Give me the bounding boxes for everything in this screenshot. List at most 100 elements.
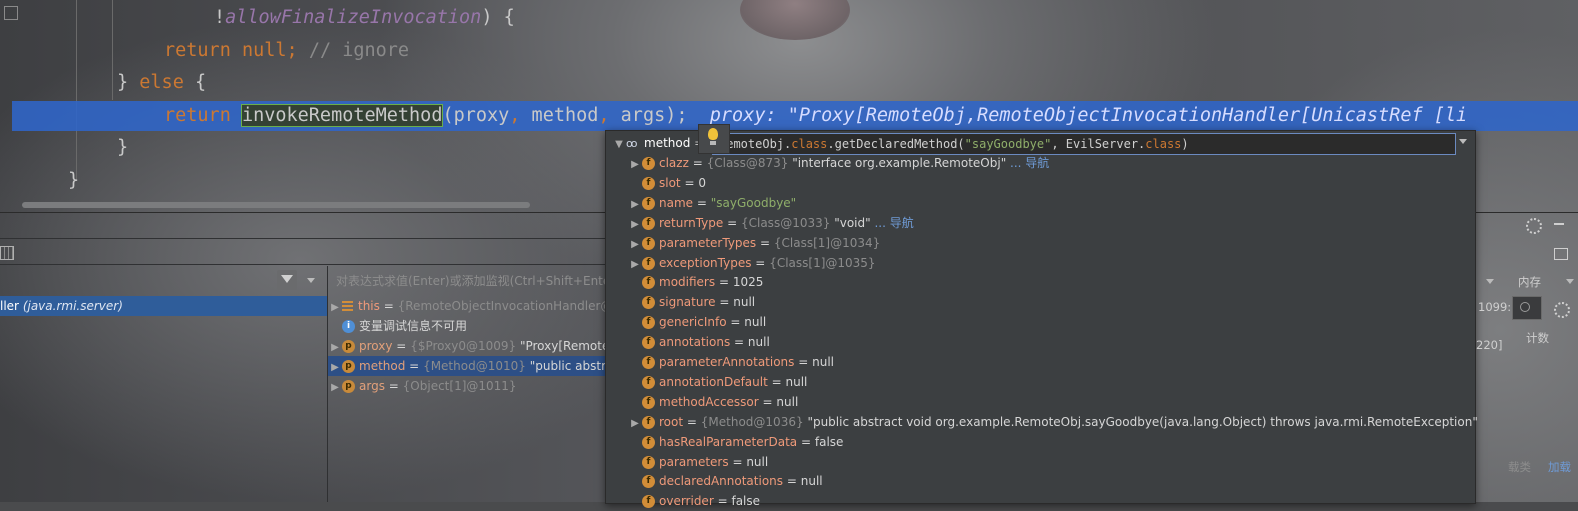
field-row[interactable]: f overrider = false xyxy=(628,491,760,511)
stack-frame-selected[interactable]: ller (java.rmi.server) xyxy=(0,296,327,316)
code-keyword: else xyxy=(139,72,184,93)
expand-arrow-icon[interactable]: ▶ xyxy=(328,358,342,376)
equals-sign: = xyxy=(762,394,773,409)
field-name: declaredAnnotations xyxy=(659,474,784,489)
watch-expression-input[interactable]: 对表达式求值(Enter)或添加监视(Ctrl+Shift+Enter) xyxy=(328,270,614,292)
navigate-link[interactable]: ... 导航 xyxy=(1010,156,1049,170)
field-icon: f xyxy=(642,455,655,469)
equals-sign: = xyxy=(801,434,812,449)
tab-memory[interactable]: 内存 xyxy=(1518,274,1541,290)
table-view-icon[interactable] xyxy=(0,246,14,260)
code-line-1[interactable]: !allowFinalizeInvocation) { xyxy=(214,3,515,33)
load-link[interactable]: 加载 xyxy=(1548,459,1571,475)
equals-sign: = xyxy=(760,235,771,250)
field-row[interactable]: f parameterAnnotations = null xyxy=(628,352,834,372)
settings-gear-icon[interactable] xyxy=(1554,302,1570,318)
navigate-link[interactable]: ... 导航 xyxy=(874,216,913,230)
field-row[interactable]: f hasRealParameterData = false xyxy=(628,432,843,452)
inline-debug-value-hint[interactable]: proxy: "Proxy[RemoteObj,RemoteObjectInvo… xyxy=(710,105,1467,126)
horizontal-scrollbar[interactable] xyxy=(22,202,530,208)
field-name: returnType xyxy=(659,215,724,230)
expand-arrow-icon[interactable]: ▶ xyxy=(328,338,342,356)
field-value: null xyxy=(746,454,769,469)
field-name: annotationDefault xyxy=(659,374,768,389)
field-name: clazz xyxy=(659,156,689,170)
code-line-5[interactable]: } xyxy=(117,133,128,163)
method-call-highlight[interactable]: invokeRemoteMethod xyxy=(240,104,444,127)
code-identifier: allowFinalizeInvocation xyxy=(225,7,482,28)
field-icon: f xyxy=(642,395,655,409)
field-row[interactable]: ▶ f returnType = {Class@1033} "void" ... 导… xyxy=(628,213,914,233)
field-icon: f xyxy=(642,256,655,270)
field-name: root xyxy=(659,414,684,429)
field-row[interactable]: ▶ f root = {Method@1036} "public abstract … xyxy=(628,412,1478,432)
field-row[interactable]: f annotationDefault = null xyxy=(628,372,807,392)
lightbulb-icon[interactable] xyxy=(698,124,730,154)
expand-arrow-icon[interactable]: ▶ xyxy=(328,378,342,396)
field-row[interactable]: f genericInfo = null xyxy=(628,312,766,332)
expand-arrow-icon[interactable]: ▶ xyxy=(328,298,342,316)
equals-sign: = xyxy=(734,335,745,350)
field-value: null xyxy=(785,374,808,389)
variables-panel: 对表达式求值(Enter)或添加监视(Ctrl+Shift+Enter) ▶ th… xyxy=(327,266,614,502)
code-comma: , xyxy=(509,105,521,126)
code-line-3[interactable]: } else { xyxy=(117,68,206,98)
fold-marker-icon[interactable] xyxy=(4,6,18,20)
expression-field[interactable]: RemoteObj.class.getDeclaredMethod("sayGo… xyxy=(712,133,1456,155)
field-row[interactable]: f declaredAnnotations = null xyxy=(628,471,823,491)
variable-row-args[interactable]: ▶ p args = {Object[1]@1011} xyxy=(328,376,606,396)
count-column-header[interactable]: 计数 xyxy=(1526,330,1549,346)
watch-glasses-icon: oo xyxy=(626,137,637,150)
field-value: "void" xyxy=(834,215,871,230)
root-variable-name: method xyxy=(644,136,691,150)
variable-row-this[interactable]: ▶ this = {RemoteObjectInvocationHandler@ xyxy=(328,296,606,316)
equals-sign: = xyxy=(696,195,707,210)
minimize-icon[interactable] xyxy=(1554,223,1564,225)
collapse-arrow-icon[interactable]: ▼ xyxy=(612,135,626,155)
variable-row-proxy[interactable]: ▶pproxy = {$Proxy0@1009} "Proxy[RemoteO xyxy=(328,336,606,356)
field-row[interactable]: f annotations = null xyxy=(628,332,770,352)
code-line-6[interactable]: } xyxy=(68,166,79,196)
field-icon: f xyxy=(642,236,655,250)
field-row[interactable]: ▶ f clazz = {Class@873} "interface org.exa… xyxy=(628,153,1049,173)
equals-sign: = xyxy=(732,454,743,469)
field-name: methodAccessor xyxy=(659,394,759,409)
code-keyword: return xyxy=(164,105,231,126)
field-row[interactable]: ▶ f parameterTypes = {Class[1]@1034} xyxy=(628,233,880,253)
variable-inspector-popup[interactable]: ▼oo method = RemoteObj.class.getDeclaredM… xyxy=(605,124,1478,509)
memory-value: 1099: xyxy=(1478,300,1512,314)
filter-icon[interactable] xyxy=(277,270,297,290)
field-icon: f xyxy=(642,176,655,190)
layout-icon[interactable] xyxy=(1554,248,1568,260)
field-value: false xyxy=(731,494,761,509)
popup-root-row[interactable]: ▼oomethod = xyxy=(612,133,704,153)
field-row[interactable]: f parameters = null xyxy=(628,452,768,472)
field-row[interactable]: f modifiers = 1025 xyxy=(628,272,763,292)
field-icon: f xyxy=(642,475,655,489)
equals-sign: = xyxy=(686,414,697,429)
field-row[interactable]: ▶ f exceptionTypes = {Class[1]@1035} xyxy=(628,253,876,273)
settings-gear-icon[interactable] xyxy=(1526,218,1542,234)
field-name: parameterAnnotations xyxy=(659,355,795,369)
field-row[interactable]: f slot = 0 xyxy=(628,173,706,193)
field-row[interactable]: f signature = null xyxy=(628,292,755,312)
field-row[interactable]: f methodAccessor = null xyxy=(628,392,798,412)
code-comma: , xyxy=(598,105,610,126)
field-row[interactable]: ▶ f name = "sayGoodbye" xyxy=(628,193,796,213)
search-icon[interactable] xyxy=(1512,296,1542,320)
variable-row-method[interactable]: ▶ p method = {Method@1010} "public abstra xyxy=(328,356,606,376)
code-text: (proxy xyxy=(442,105,510,126)
equals-sign: = xyxy=(409,359,420,373)
field-type: {Class[1]@1035} xyxy=(769,255,876,270)
field-value: 0 xyxy=(698,175,706,190)
frame-package: (java.rmi.server) xyxy=(22,299,123,313)
variable-value: "public abstra xyxy=(529,359,606,373)
chevron-down-icon[interactable] xyxy=(307,278,315,283)
field-value: null xyxy=(747,335,770,350)
code-text: } xyxy=(117,137,129,158)
code-line-2[interactable]: return null; // ignore xyxy=(164,36,409,66)
chevron-down-icon[interactable] xyxy=(1566,279,1574,284)
chevron-down-icon[interactable] xyxy=(1486,279,1494,284)
expression-history-dropdown-icon[interactable] xyxy=(1459,139,1467,144)
code-line-current[interactable]: return invokeRemoteMethod(proxy, method,… xyxy=(164,101,1467,131)
